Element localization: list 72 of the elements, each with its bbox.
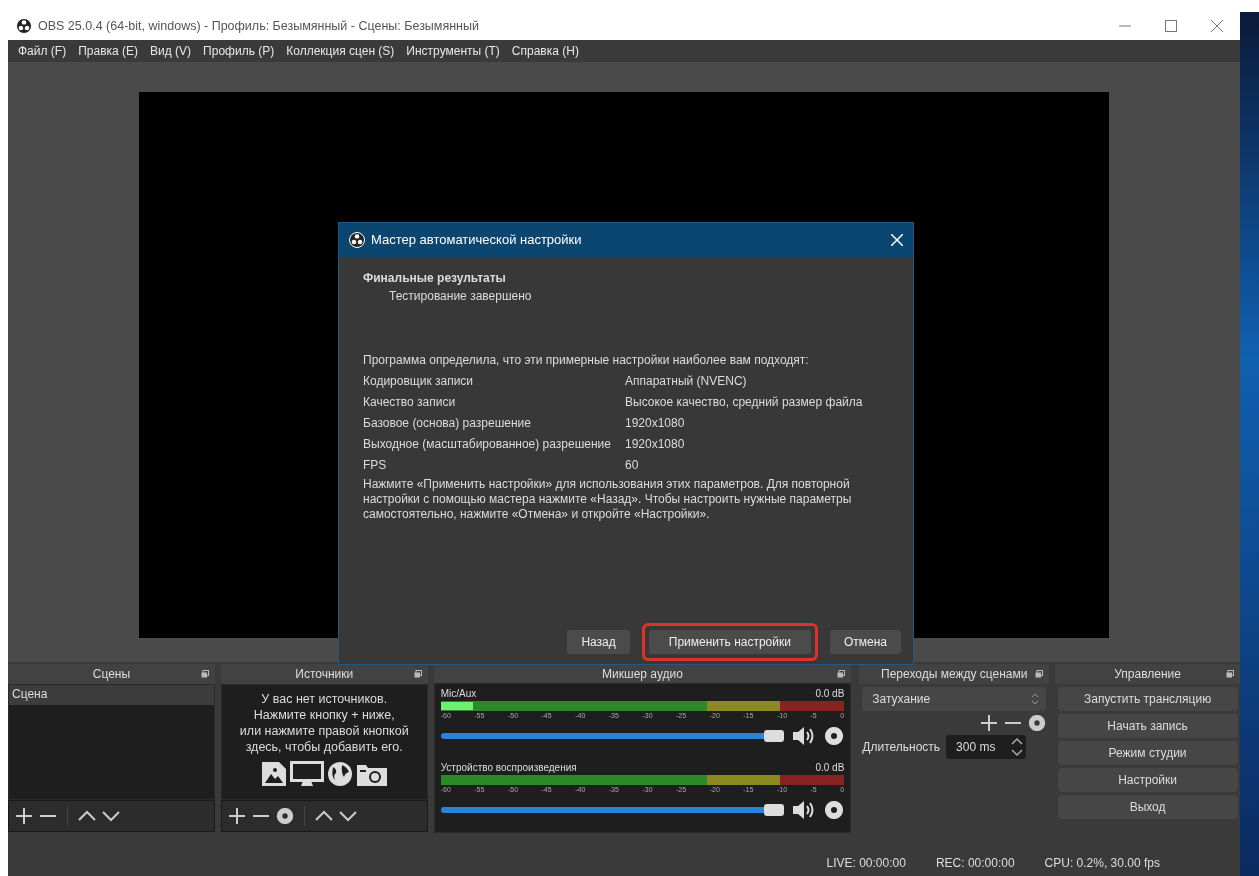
dock-title: Микшер аудио (602, 665, 683, 683)
obs-logo-icon (16, 18, 32, 34)
volume-slider[interactable] (440, 807, 785, 813)
control-button[interactable]: Режим студии (1057, 741, 1238, 765)
results-subheading: Тестирование завершено (388, 288, 533, 305)
setting-label: Кодировщик записи (363, 372, 475, 390)
setting-label: Выходное (масштабированное) разрешение (363, 435, 612, 453)
status-text: LIVE: 00:00:00 (826, 855, 906, 872)
control-button[interactable]: Выход (1057, 795, 1238, 819)
setting-label: Качество записи (363, 393, 457, 411)
dock-title: Сцены (92, 666, 131, 683)
status-text: REC: 00:00:00 (935, 855, 1015, 872)
setting-value: 1920x1080 (625, 435, 685, 453)
setting-value: Высокое качество, средний размер файла (625, 393, 863, 411)
dock-title: Управление (1114, 666, 1181, 683)
dialog-title: Мастер автоматической настройки (371, 231, 583, 250)
maximize-icon[interactable] (1165, 20, 1177, 32)
control-button[interactable]: Запустить трансляцию (1057, 687, 1238, 711)
dock-title: Переходы между сценами (881, 666, 1028, 683)
note-text: Нажмите «Применить настройки» для использования этих параметров. Для повторной настройки с помощью мастера нажмите «Назад». Чтобы настроить нужные параметры самостоятельно, нажмите «Отмена» и откройте «Настройки». (363, 477, 853, 522)
float-icon[interactable] (837, 670, 846, 678)
menu-item[interactable]: Справка (H) (505, 42, 585, 60)
dialog-button[interactable]: Применить настройки (648, 630, 811, 654)
control-button[interactable]: Начать запись (1057, 714, 1238, 738)
volume-reading: 0.0 dB (815, 761, 845, 775)
globe-icon[interactable] (326, 761, 353, 787)
float-icon[interactable] (1035, 670, 1044, 678)
float-icon[interactable] (413, 670, 422, 678)
setting-value: 1920x1080 (625, 414, 685, 432)
menu-item[interactable]: Правка (E) (72, 42, 145, 60)
plus-icon[interactable] (227, 807, 246, 825)
status-text: CPU: 0.2%, 30.00 fps (1044, 855, 1160, 872)
settings-icon[interactable] (1028, 714, 1047, 732)
setting-value: 60 (625, 456, 639, 474)
transition-select[interactable]: Затухание (862, 687, 1047, 711)
window-title: OBS 25.0.4 (64-bit, windows) - Профиль: Безымянный - Сцены: Безымянный (38, 17, 480, 35)
results-heading: Финальные результаты (363, 270, 507, 287)
meter-level-fill (440, 702, 473, 710)
monitor-icon[interactable] (289, 761, 324, 787)
volume-reading: 0.0 dB (815, 687, 845, 701)
float-icon[interactable] (200, 670, 209, 678)
setting-label: FPS (363, 456, 388, 474)
menu-item[interactable]: Инструменты (T) (400, 42, 506, 60)
float-icon[interactable] (1226, 670, 1234, 678)
channel-name: Mic/Aux (440, 687, 477, 701)
close-icon[interactable] (1211, 20, 1223, 32)
scene-item[interactable]: Сцена (9, 685, 214, 705)
setting-value: Аппаратный (NVENC) (625, 372, 747, 390)
intro-text: Программа определила, что эти примерные настройки наиболее вам подходят: (363, 351, 810, 369)
dialog-button[interactable]: Отмена (829, 630, 901, 654)
empty-sources-message: У вас нет источников. Нажмите кнопку + ниже, или нажмите правой кнопкой здесь, чтобы добавить его. (239, 691, 409, 755)
image-icon[interactable] (260, 761, 287, 787)
settings-icon[interactable] (824, 800, 845, 820)
obs-logo-icon (349, 232, 365, 248)
channel-name: Устройство воспроизведения (440, 761, 577, 775)
plus-icon[interactable] (15, 807, 33, 825)
duration-label: Длительность (862, 739, 941, 756)
dialog-button[interactable]: Назад (567, 630, 630, 654)
settings-icon[interactable] (824, 726, 845, 746)
control-button[interactable]: Настройки (1057, 768, 1238, 792)
menu-item[interactable]: Вид (V) (144, 42, 198, 60)
plus-icon[interactable] (980, 714, 999, 732)
volume-slider[interactable] (440, 733, 785, 739)
setting-label: Базовое (основа) разрешение (363, 414, 532, 432)
menu-item[interactable]: Профиль (P) (197, 42, 281, 60)
menu-item[interactable]: Файл (F) (12, 42, 73, 60)
dock-title: Источники (295, 666, 354, 683)
settings-icon[interactable] (275, 807, 294, 825)
spin-arrows-icon[interactable] (1010, 736, 1025, 758)
spin-arrows-icon (1030, 692, 1041, 706)
menu-item[interactable]: Коллекция сцен (S) (280, 42, 401, 60)
duration-spinbox[interactable]: 300 ms (946, 735, 1027, 759)
